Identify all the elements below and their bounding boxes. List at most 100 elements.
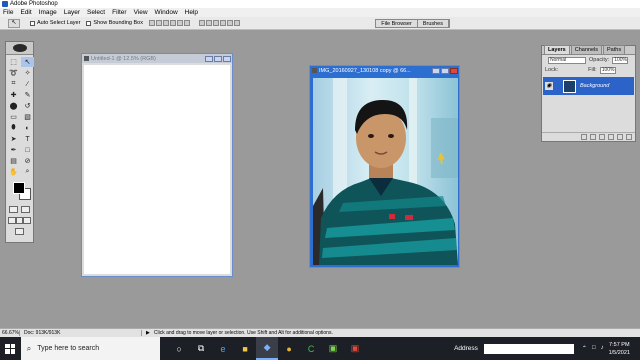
clone-stamp-tool-icon[interactable]: ⬤ — [7, 101, 20, 111]
taskbar-search[interactable]: ⌕ Type here to search — [20, 337, 161, 360]
menu-select[interactable]: Select — [87, 9, 105, 16]
start-button[interactable] — [0, 337, 21, 360]
distribute-bottom-icon[interactable] — [212, 20, 219, 26]
menu-file[interactable]: File — [3, 9, 13, 16]
zoom-level[interactable]: 66.67% — [0, 330, 20, 336]
minimize-icon[interactable] — [432, 67, 440, 74]
distribute-middle-icon[interactable] — [205, 20, 212, 26]
cortana-icon[interactable]: ○ — [168, 337, 190, 360]
standard-mode-icon[interactable] — [9, 206, 19, 213]
eraser-tool-icon[interactable]: ▭ — [7, 112, 20, 122]
full-screen-mode-icon[interactable] — [23, 217, 32, 224]
maximize-icon[interactable] — [441, 67, 449, 74]
menu-image[interactable]: Image — [39, 9, 57, 16]
menu-layer[interactable]: Layer — [64, 9, 80, 16]
menu-filter[interactable]: Filter — [112, 9, 126, 16]
taskbar-clock[interactable]: 7:57 PM 1/5/2021 — [609, 341, 630, 357]
task-view-icon[interactable]: ⧉ — [190, 337, 212, 360]
align-top-icon[interactable] — [148, 20, 155, 26]
distribute-left-icon[interactable] — [219, 20, 226, 26]
show-bounding-box-checkbox[interactable]: Show Bounding Box — [86, 20, 143, 26]
gradient-tool-icon[interactable]: ▧ — [21, 112, 34, 122]
align-middle-icon[interactable] — [155, 20, 162, 26]
blank-canvas[interactable] — [84, 65, 230, 274]
menu-help[interactable]: Help — [185, 9, 198, 16]
edge-icon[interactable]: e — [212, 337, 234, 360]
eyedropper-tool-icon[interactable]: ⊘ — [21, 156, 34, 166]
tab-paths[interactable]: Paths — [603, 45, 626, 54]
address-input[interactable] — [483, 343, 574, 354]
auto-select-layer-checkbox[interactable]: Auto Select Layer — [30, 20, 80, 26]
new-layer-icon[interactable] — [617, 134, 623, 140]
zoom-tool-icon[interactable]: ⌕ — [21, 167, 34, 177]
full-screen-menu-mode-icon[interactable] — [15, 217, 24, 224]
opacity-field[interactable]: 100% — [612, 56, 629, 64]
brushes-tab[interactable]: Brushes — [418, 20, 449, 27]
tray-chevron-icon[interactable]: ⌃ — [582, 345, 587, 352]
tab-layers[interactable]: Layers — [544, 45, 570, 54]
align-center-icon[interactable] — [176, 20, 183, 26]
layer-row-background[interactable]: ◉ Background — [543, 77, 634, 95]
brush-tool-icon[interactable]: ✎ — [21, 90, 34, 100]
hand-tool-icon[interactable]: ✋ — [7, 167, 20, 177]
menu-window[interactable]: Window — [155, 9, 178, 16]
photoshop-taskbar-icon[interactable]: ◆ — [256, 337, 279, 360]
notes-tool-icon[interactable]: ▤ — [7, 156, 20, 166]
lasso-tool-icon[interactable]: ➰ — [7, 68, 20, 78]
menu-edit[interactable]: Edit — [20, 9, 31, 16]
shape-tool-icon[interactable]: □ — [21, 145, 34, 155]
healing-brush-tool-icon[interactable]: ✚ — [7, 90, 20, 100]
marquee-tool-icon[interactable]: ⬚ — [7, 57, 20, 67]
align-left-icon[interactable] — [169, 20, 176, 26]
dodge-tool-icon[interactable]: ◐ — [21, 123, 34, 133]
checkbox-box[interactable] — [30, 20, 35, 26]
document-titlebar[interactable]: IMG_20160927_130108 copy @ 66... — [310, 66, 459, 75]
file-browser-tab[interactable]: File Browser — [376, 20, 418, 27]
recorder-icon[interactable]: ▣ — [344, 337, 366, 360]
jump-to-imageready-icon[interactable] — [15, 228, 24, 235]
align-right-icon[interactable] — [183, 20, 190, 26]
new-set-icon[interactable] — [599, 134, 605, 140]
blur-tool-icon[interactable]: ⬮ — [7, 123, 20, 133]
menu-view[interactable]: View — [134, 9, 148, 16]
magic-wand-tool-icon[interactable]: ✧ — [21, 68, 34, 78]
type-tool-icon[interactable]: T — [21, 134, 34, 144]
minimize-icon[interactable] — [205, 55, 213, 62]
volume-icon[interactable]: ♪ — [601, 345, 604, 352]
camtasia-icon[interactable]: C — [300, 337, 322, 360]
align-bottom-icon[interactable] — [162, 20, 169, 26]
path-selection-tool-icon[interactable]: ➤ — [7, 134, 20, 144]
history-brush-tool-icon[interactable]: ↺ — [21, 101, 34, 111]
eye-icon[interactable]: ◉ — [545, 82, 553, 90]
checkbox-box[interactable] — [86, 20, 92, 26]
distribute-top-icon[interactable] — [198, 20, 205, 26]
distribute-center-icon[interactable] — [226, 20, 233, 26]
close-icon[interactable] — [223, 55, 231, 62]
network-icon[interactable]: □ — [592, 345, 596, 352]
slice-tool-icon[interactable]: ∕ — [21, 79, 34, 89]
photo-document-window[interactable]: IMG_20160927_130108 copy @ 66... — [309, 65, 460, 268]
chrome-icon[interactable]: ● — [278, 337, 300, 360]
fill-field[interactable]: 100% — [599, 66, 616, 74]
portrait-photo[interactable] — [313, 78, 458, 265]
close-icon[interactable] — [450, 67, 458, 74]
move-tool-preset-icon[interactable]: ↖ — [8, 18, 20, 28]
add-style-icon[interactable] — [581, 134, 587, 140]
document-titlebar[interactable]: Untitled-1 @ 12.5% (RGB) — [82, 54, 232, 63]
status-menu-arrow-icon[interactable]: ▶ — [142, 330, 154, 336]
toolbox-header[interactable] — [6, 42, 33, 55]
quick-mask-mode-icon[interactable] — [20, 206, 30, 213]
tab-channels[interactable]: Channels — [570, 45, 602, 54]
move-tool-icon[interactable]: ↖ — [21, 57, 34, 67]
add-mask-icon[interactable] — [590, 134, 596, 140]
distribute-right-icon[interactable] — [233, 20, 240, 26]
green-app-icon[interactable]: ▣ — [322, 337, 344, 360]
adjustment-layer-icon[interactable] — [608, 134, 614, 140]
foreground-color-swatch[interactable] — [13, 182, 25, 194]
trash-icon[interactable] — [626, 134, 632, 140]
crop-tool-icon[interactable]: ⌗ — [7, 79, 20, 89]
maximize-icon[interactable] — [214, 55, 222, 62]
standard-screen-mode-icon[interactable] — [8, 217, 16, 224]
pen-tool-icon[interactable]: ✒ — [7, 145, 20, 155]
untitled-document-window[interactable]: Untitled-1 @ 12.5% (RGB) — [81, 53, 233, 277]
